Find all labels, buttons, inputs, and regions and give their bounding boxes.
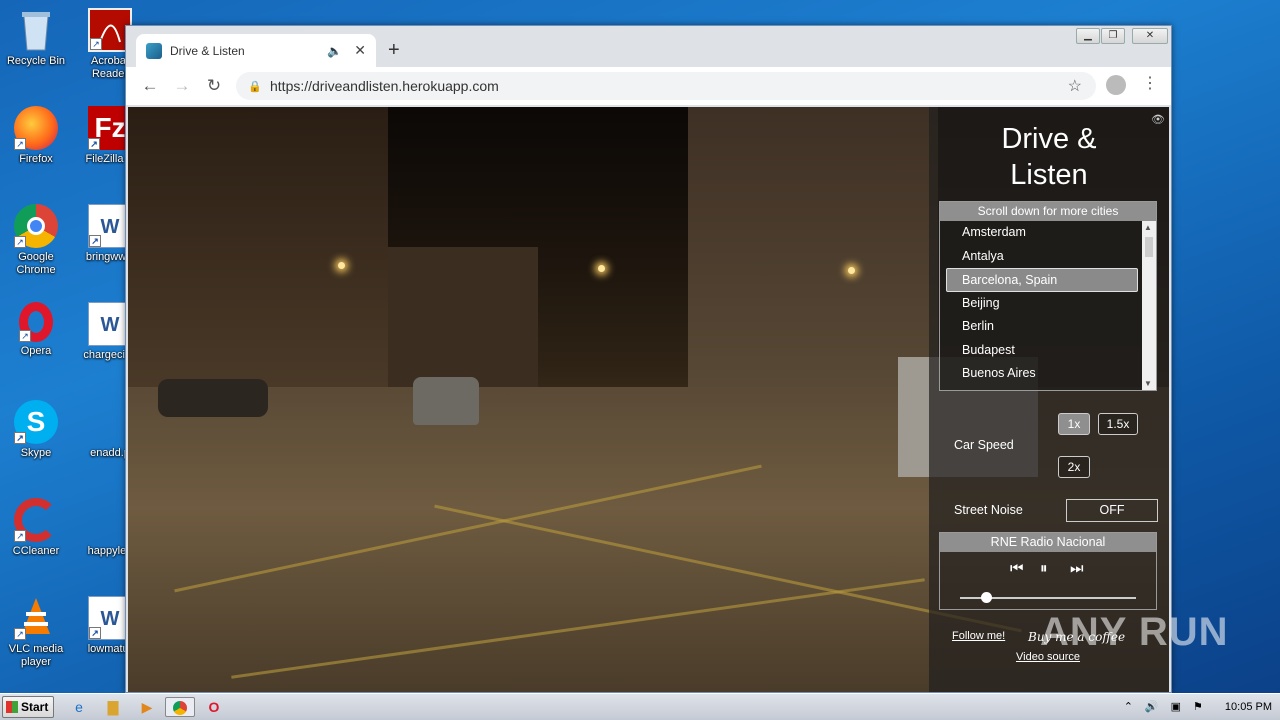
city-item[interactable]: Buenos Aires [940,362,1144,386]
windows-logo-icon [6,701,18,713]
explorer-folder-icon[interactable]: ▇ [102,697,124,717]
maximize-button[interactable]: ❐ [1101,28,1125,44]
street-noise-label: Street Noise [954,503,1023,517]
tab-title: Drive & Listen [170,43,245,58]
firefox-icon: ↗ [14,106,58,150]
start-button[interactable]: Start [2,696,54,718]
opera-taskbar-icon[interactable]: O [203,697,225,717]
ccleaner-icon: ↗ [14,498,58,542]
tab-strip: Drive & Listen 🔈 ✕ + ▁ ❐ ✕ [126,26,1171,67]
minimize-button[interactable]: ▁ [1076,28,1100,44]
shortcut-arrow-icon: ↗ [89,627,101,639]
shortcut-arrow-icon: ↗ [14,236,26,248]
account-avatar-icon[interactable] [1106,75,1126,95]
car [158,379,268,417]
follow-me-link[interactable]: Follow me! [952,630,1005,642]
browser-window: Drive & Listen 🔈 ✕ + ▁ ❐ ✕ ← → ↻ 🔒 https… [125,25,1172,693]
vlc-icon: ↗ [14,596,58,640]
street-lamp [848,267,855,274]
address-bar[interactable]: 🔒 https://driveandlisten.herokuapp.com ☆ [236,72,1096,100]
desktop-icon-vlc[interactable]: ↗ VLC media player [0,596,74,669]
street-lamp [338,262,345,269]
web-page: 👁 Drive & Listen Scroll down for more ci… [128,107,1169,692]
city-item[interactable]: Berlin [940,315,1144,339]
desktop-icon-ccleaner[interactable]: ↗ CCleaner [0,498,74,558]
scrollbar-thumb[interactable] [1145,237,1153,257]
volume-slider-handle[interactable] [981,592,993,603]
city-selector[interactable]: Scroll down for more cities Amsterdam An… [939,201,1157,391]
network-icon[interactable]: ▣ [1171,694,1181,720]
street-noise-toggle[interactable]: OFF [1066,499,1158,522]
previous-station-icon[interactable]: ⏮ [1010,560,1024,577]
city-item-selected[interactable]: Barcelona, Spain [946,268,1138,292]
control-panel: 👁 Drive & Listen Scroll down for more ci… [929,107,1169,692]
desktop-icon-chrome[interactable]: ↗ Google Chrome [0,204,74,277]
forward-button[interactable]: → [166,76,198,96]
city-list-header: Scroll down for more cities [940,202,1156,221]
shortcut-arrow-icon: ↗ [14,432,26,444]
action-center-flag-icon[interactable]: ⚑ [1193,694,1203,720]
radio-player: RNE Radio Nacional ⏮ ⏸ ⏭ [939,532,1157,610]
street-lamp [598,265,605,272]
reload-button[interactable]: ↻ [198,76,230,96]
audio-playing-icon[interactable]: 🔈 [327,44,342,58]
city-item[interactable]: Amsterdam [940,221,1144,245]
url-text: https://driveandlisten.herokuapp.com [270,78,499,94]
city-item[interactable]: Beijing [940,292,1144,316]
pause-icon[interactable]: ⏸ [1040,560,1048,577]
app-title: Drive & Listen [1001,123,1097,191]
anyrun-watermark: ANY RUN [1040,610,1229,654]
shortcut-arrow-icon: ↗ [90,38,102,50]
ie-icon[interactable]: e [68,697,90,717]
radio-station-name: RNE Radio Nacional [940,533,1156,552]
speed-1-5x-button[interactable]: 1.5x [1098,413,1138,435]
desktop-icon-skype[interactable]: S ↗ Skype [0,400,74,460]
desktop-icon-opera[interactable]: ↗ Opera [0,302,74,358]
browser-toolbar: ← → ↻ 🔒 https://driveandlisten.herokuapp… [126,67,1171,105]
city-item[interactable]: Budapest [940,339,1144,363]
system-tray: ⌃ 🔊 ▣ ⚑ 10:05 PM [1124,694,1272,720]
desktop-icon-recycle-bin[interactable]: Recycle Bin [0,8,74,68]
bookmark-star-icon[interactable]: ☆ [1068,76,1082,96]
browser-menu-icon[interactable]: ⋮ [1142,73,1158,93]
shortcut-arrow-icon: ↗ [14,138,26,150]
city-list[interactable]: Amsterdam Antalya Barcelona, Spain Beiji… [940,221,1144,386]
next-station-icon[interactable]: ⏭ [1070,560,1084,577]
scroll-up-icon[interactable]: ▲ [1144,223,1152,232]
favicon-icon [146,42,162,59]
opera-icon: ↗ [19,302,53,342]
shortcut-arrow-icon: ↗ [19,330,31,342]
city-item[interactable]: Antalya [940,245,1144,269]
shortcut-arrow-icon: ↗ [89,235,101,247]
media-player-icon[interactable]: ▶ [136,697,158,717]
chrome-icon: ↗ [14,204,58,248]
scroll-down-icon[interactable]: ▼ [1144,379,1152,388]
back-button[interactable]: ← [134,76,166,96]
building-left-far [388,247,538,397]
chrome-taskbar-icon[interactable] [165,697,195,717]
close-window-button[interactable]: ✕ [1132,28,1168,44]
car [413,377,479,425]
car-speed-label: Car Speed [954,438,1014,452]
desktop-icon-firefox[interactable]: ↗ Firefox [0,106,74,166]
show-hidden-icons-icon[interactable]: ⌃ [1124,694,1133,720]
taskbar: Start e ▇ ▶ O ⌃ 🔊 ▣ ⚑ 10:05 PM [0,693,1280,720]
new-tab-button[interactable]: + [388,39,400,62]
tab-drive-and-listen[interactable]: Drive & Listen 🔈 ✕ [136,34,376,67]
shortcut-arrow-icon: ↗ [88,138,100,150]
recycle-bin-icon [14,8,58,52]
lock-icon: 🔒 [248,81,262,93]
volume-icon[interactable]: 🔊 [1145,694,1159,720]
city-list-scrollbar[interactable]: ▲ ▼ [1142,221,1156,390]
speed-2x-button[interactable]: 2x [1058,456,1090,478]
shortcut-arrow-icon: ↗ [14,628,26,640]
close-tab-icon[interactable]: ✕ [354,42,366,59]
clock[interactable]: 10:05 PM [1225,694,1272,720]
shortcut-arrow-icon: ↗ [14,530,26,542]
skype-icon: S ↗ [14,400,58,444]
speed-1x-button[interactable]: 1x [1058,413,1090,435]
building-left [128,107,388,397]
